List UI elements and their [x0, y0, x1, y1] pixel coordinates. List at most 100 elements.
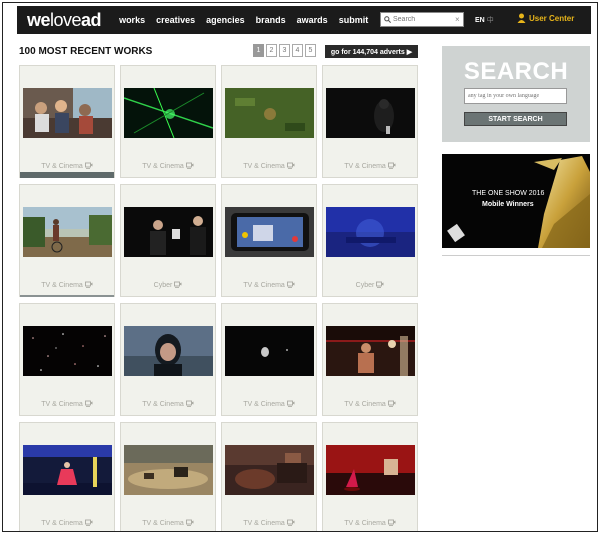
video-camera-icon — [184, 519, 194, 528]
page-1[interactable]: 1 — [253, 44, 264, 57]
work-category-label: TV & Cinema — [243, 401, 285, 408]
work-card[interactable]: TV & Cinema — [19, 303, 115, 416]
work-thumbnail[interactable] — [124, 326, 213, 376]
header-search[interactable]: × — [380, 12, 464, 27]
page-2[interactable]: 2 — [266, 44, 277, 57]
advert-banner[interactable]: THE ONE SHOW 2016 Mobile Winners — [442, 154, 590, 248]
work-card[interactable]: TV & Cinema — [221, 184, 317, 297]
nav-submit[interactable]: submit — [339, 15, 369, 25]
work-thumbnail[interactable] — [124, 207, 213, 257]
work-card[interactable]: TV & Cinema — [120, 65, 216, 178]
search-heading: SEARCH — [463, 58, 569, 85]
work-thumbnail[interactable] — [326, 326, 415, 376]
tag-search-input[interactable] — [464, 88, 567, 104]
video-camera-icon — [83, 281, 93, 290]
video-camera-icon — [184, 400, 194, 409]
work-category: Cyber — [323, 281, 417, 290]
user-center-label: User Center — [529, 13, 575, 23]
work-thumbnail[interactable] — [326, 445, 415, 495]
work-card[interactable]: TV & Cinema — [19, 184, 115, 297]
page-frame: welovead works creatives agencies brands… — [2, 2, 598, 532]
work-card[interactable]: TV & Cinema — [120, 422, 216, 531]
work-card[interactable]: Cyber — [120, 184, 216, 297]
user-center-link[interactable]: User Center — [517, 13, 574, 23]
work-category-label: TV & Cinema — [142, 163, 184, 170]
lang-zh[interactable]: 中 — [487, 17, 494, 24]
pagination: 1 2 3 4 5 — [253, 44, 318, 57]
work-category-label: TV & Cinema — [41, 520, 83, 527]
work-category: TV & Cinema — [222, 400, 316, 409]
work-thumbnail[interactable] — [23, 445, 112, 495]
work-category: TV & Cinema — [20, 281, 114, 290]
work-category-label: TV & Cinema — [243, 520, 285, 527]
video-camera-icon — [83, 519, 93, 528]
work-category: TV & Cinema — [20, 162, 114, 171]
lang-en[interactable]: EN — [475, 17, 485, 24]
video-camera-icon — [184, 162, 194, 171]
video-camera-icon — [285, 162, 295, 171]
clear-icon[interactable]: × — [455, 15, 460, 24]
work-category: TV & Cinema — [20, 400, 114, 409]
work-thumbnail[interactable] — [326, 88, 415, 138]
logo-part-2: love — [50, 9, 82, 30]
work-card[interactable]: TV & Cinema — [322, 303, 418, 416]
page-4[interactable]: 4 — [292, 44, 303, 57]
work-category-label: TV & Cinema — [142, 401, 184, 408]
work-category-label: TV & Cinema — [344, 520, 386, 527]
nav-agencies[interactable]: agencies — [206, 15, 245, 25]
video-camera-icon — [386, 162, 396, 171]
ad-headline: THE ONE SHOW 2016 — [472, 190, 545, 197]
card-hover-bar — [20, 295, 114, 297]
ad-subline: Mobile Winners — [482, 201, 534, 208]
logo-part-1: we — [27, 9, 51, 30]
work-thumbnail[interactable] — [225, 207, 314, 257]
work-card[interactable]: TV & Cinema — [322, 422, 418, 531]
work-thumbnail[interactable] — [326, 207, 415, 257]
header-search-input[interactable] — [393, 16, 453, 23]
nav-works[interactable]: works — [119, 15, 145, 25]
nav-awards[interactable]: awards — [297, 15, 328, 25]
work-card[interactable]: TV & Cinema — [19, 65, 115, 178]
all-adverts-button[interactable]: go for 144,704 adverts ▶ — [325, 45, 418, 58]
work-thumbnail[interactable] — [124, 88, 213, 138]
work-category-label: TV & Cinema — [41, 282, 83, 289]
user-icon — [517, 13, 526, 23]
section-title: 100 MOST RECENT WORKS — [19, 46, 153, 57]
page-5[interactable]: 5 — [305, 44, 316, 57]
nav-creatives[interactable]: creatives — [156, 15, 195, 25]
work-category-label: TV & Cinema — [142, 520, 184, 527]
video-camera-icon — [386, 400, 396, 409]
work-thumbnail[interactable] — [124, 445, 213, 495]
work-card[interactable]: TV & Cinema — [221, 65, 317, 178]
work-thumbnail[interactable] — [225, 445, 314, 495]
work-category: TV & Cinema — [323, 519, 417, 528]
work-thumbnail[interactable] — [23, 326, 112, 376]
work-category-label: Cyber — [153, 282, 173, 289]
video-camera-icon — [83, 400, 93, 409]
top-header: welovead works creatives agencies brands… — [17, 6, 591, 34]
language-switch[interactable]: EN 中 — [475, 15, 494, 25]
start-search-button[interactable]: START SEARCH — [464, 112, 567, 126]
work-card[interactable]: TV & Cinema — [221, 303, 317, 416]
page-3[interactable]: 3 — [279, 44, 290, 57]
site-logo[interactable]: welovead — [27, 9, 102, 31]
work-thumbnail[interactable] — [23, 207, 112, 257]
logo-part-3: ad — [81, 9, 102, 30]
work-card[interactable]: TV & Cinema — [120, 303, 216, 416]
work-category: TV & Cinema — [121, 162, 215, 171]
work-card[interactable]: TV & Cinema — [19, 422, 115, 531]
work-thumbnail[interactable] — [225, 88, 314, 138]
search-icon — [384, 16, 391, 23]
work-card[interactable]: Cyber — [322, 184, 418, 297]
work-card[interactable]: TV & Cinema — [322, 65, 418, 178]
nav-brands[interactable]: brands — [256, 15, 286, 25]
work-category: TV & Cinema — [222, 519, 316, 528]
work-card[interactable]: TV & Cinema — [221, 422, 317, 531]
video-camera-icon — [285, 281, 295, 290]
work-thumbnail[interactable] — [225, 326, 314, 376]
work-category-label: Cyber — [355, 282, 375, 289]
video-camera-icon — [374, 281, 384, 290]
work-thumbnail[interactable] — [23, 88, 112, 138]
sidebar-search: SEARCH START SEARCH — [442, 46, 590, 142]
sidebar-divider — [442, 255, 590, 256]
